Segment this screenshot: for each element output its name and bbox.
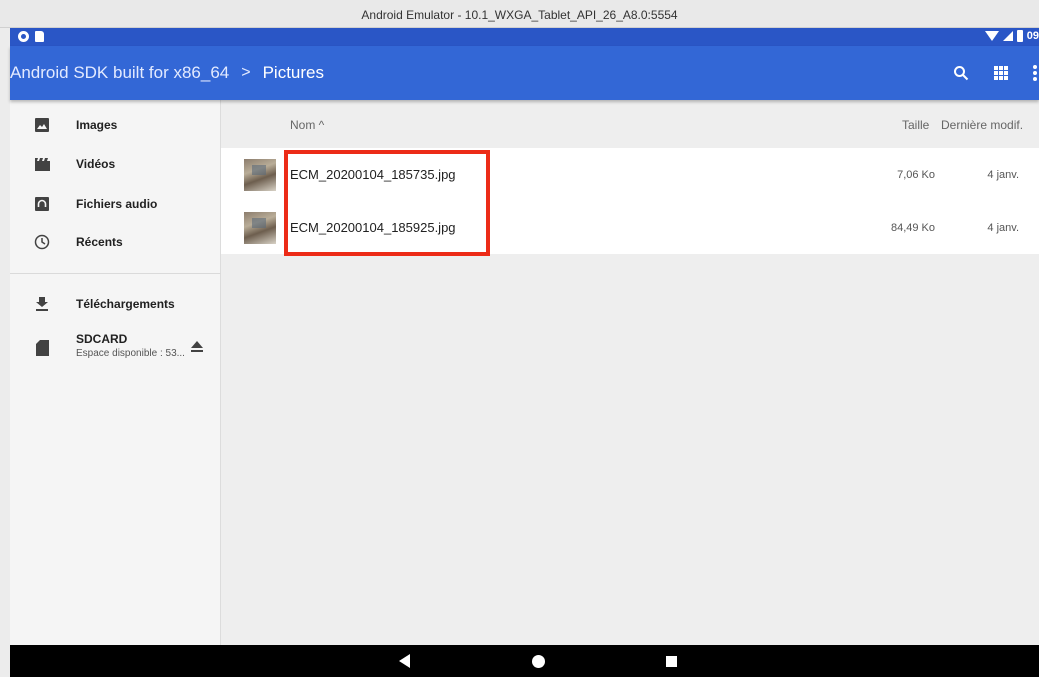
navigation-drawer: Images Vidéos Fichiers audio Récents Tél… — [10, 100, 221, 645]
drawer-divider — [10, 273, 221, 274]
drawer-item-label: Téléchargements — [76, 297, 175, 311]
drawer-item-label: Images — [76, 118, 118, 132]
drawer-item-images[interactable]: Images — [10, 105, 221, 145]
window-title: Android Emulator - 10.1_WXGA_Tablet_API_… — [0, 0, 1039, 28]
file-date: 4 janv. — [987, 169, 1019, 181]
drawer-item-downloads[interactable]: Téléchargements — [10, 284, 221, 324]
status-bar: 09 — [10, 28, 1039, 46]
back-icon[interactable] — [399, 654, 410, 668]
file-thumbnail — [244, 159, 276, 191]
breadcrumb: Android SDK built for x86_64 > Pictures — [10, 63, 324, 83]
drawer-item-label: Vidéos — [76, 157, 116, 171]
video-icon — [32, 154, 52, 174]
file-date: 4 janv. — [987, 222, 1019, 234]
eject-icon[interactable] — [191, 339, 203, 357]
drawer-item-label: Fichiers audio — [76, 197, 158, 211]
drawer-item-label: SDCARD — [76, 332, 128, 346]
file-size: 7,06 Ko — [897, 169, 935, 181]
drawer-item-videos[interactable]: Vidéos — [10, 144, 221, 184]
highlight-annotation-box — [284, 150, 490, 256]
drawer-item-sublabel: Espace disponible : 53... — [76, 348, 185, 359]
drawer-item-sdcard[interactable]: SDCARD Espace disponible : 53... — [10, 326, 221, 372]
drawer-item-label: Récents — [76, 235, 123, 249]
column-name-header[interactable]: Nom ^ — [290, 118, 324, 132]
more-vert-icon[interactable] — [1031, 63, 1039, 83]
column-header: Nom ^ Taille Dernière modif. — [221, 100, 1039, 148]
app-bar: Android SDK built for x86_64 > Pictures — [10, 46, 1039, 100]
column-date-header[interactable]: Dernière modif. — [941, 118, 1023, 132]
breadcrumb-current[interactable]: Pictures — [263, 63, 324, 83]
battery-icon — [1016, 30, 1023, 42]
sdcard-icon — [32, 338, 52, 358]
audio-icon — [32, 194, 52, 214]
signal-icon — [1002, 31, 1013, 41]
notification-circle-icon — [18, 31, 29, 42]
file-thumbnail — [244, 212, 276, 244]
file-size: 84,49 Ko — [890, 222, 935, 234]
search-icon[interactable] — [951, 63, 971, 83]
breadcrumb-separator: > — [241, 64, 251, 81]
breadcrumb-root[interactable]: Android SDK built for x86_64 — [10, 63, 229, 83]
image-icon — [32, 115, 52, 135]
wifi-icon — [984, 31, 999, 41]
home-icon[interactable] — [532, 655, 545, 668]
status-time: 09 — [1026, 30, 1039, 42]
download-icon — [32, 294, 52, 314]
recents-icon[interactable] — [666, 656, 677, 667]
clock-icon — [32, 232, 52, 252]
drawer-item-recents[interactable]: Récents — [10, 222, 221, 262]
drawer-item-audio[interactable]: Fichiers audio — [10, 184, 221, 224]
column-size-header[interactable]: Taille — [902, 118, 929, 132]
sdcard-notification-icon — [35, 31, 44, 42]
system-nav-bar — [10, 645, 1039, 677]
grid-view-icon[interactable] — [991, 63, 1011, 83]
